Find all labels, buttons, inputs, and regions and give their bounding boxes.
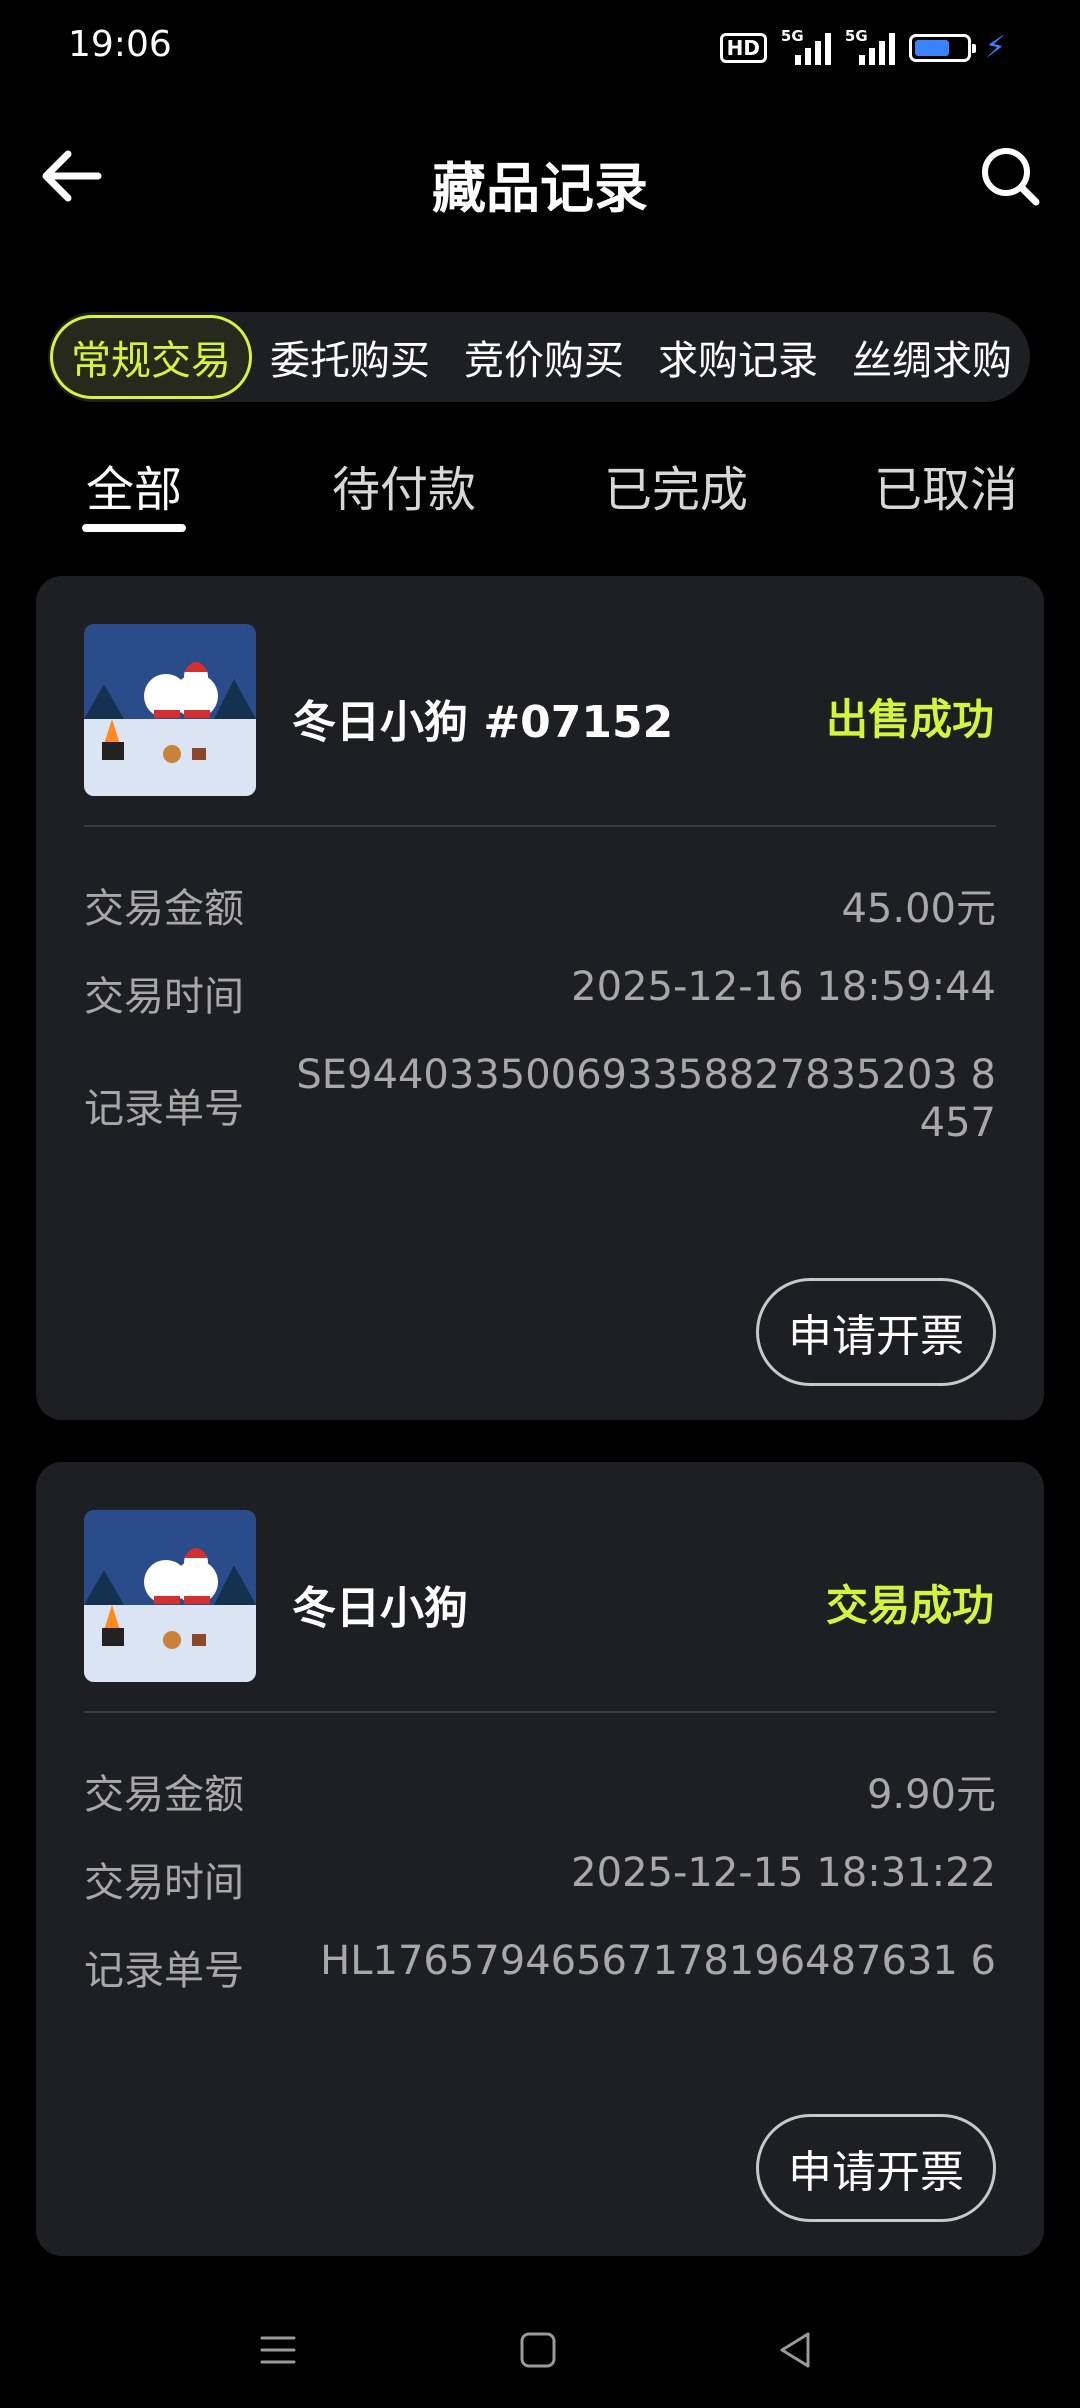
category-pill-entrust[interactable]: 委托购买 bbox=[254, 315, 446, 399]
item-name: 冬日小狗 #07152 bbox=[292, 697, 674, 748]
time-label: 交易时间 bbox=[84, 1860, 244, 1906]
nav-back-button[interactable] bbox=[756, 2320, 836, 2380]
search-button[interactable] bbox=[974, 140, 1046, 212]
search-icon bbox=[982, 148, 1040, 206]
record-id-label: 记录单号 bbox=[84, 1086, 244, 1132]
charging-icon: ⚡ bbox=[984, 30, 1006, 65]
winter-dogs-thumbnail bbox=[84, 1510, 256, 1682]
divider bbox=[84, 1711, 996, 1713]
hd-badge: HD bbox=[719, 33, 767, 63]
amount-value: 45.00元 bbox=[841, 886, 996, 932]
time-label: 交易时间 bbox=[84, 974, 244, 1020]
nav-home-button[interactable] bbox=[498, 2320, 578, 2380]
signal-5g-2-icon: 5G bbox=[845, 27, 895, 65]
category-pill-bidding[interactable]: 竞价购买 bbox=[448, 315, 640, 399]
amount-label: 交易金额 bbox=[84, 886, 244, 932]
record-id-label: 记录单号 bbox=[84, 1948, 244, 1994]
item-name: 冬日小狗 bbox=[292, 1583, 468, 1634]
tab-indicator bbox=[82, 524, 186, 532]
time-value: 2025-12-16 18:59:44 bbox=[571, 964, 996, 1010]
status-badge: 交易成功 bbox=[825, 1581, 994, 1630]
page-title: 藏品记录 bbox=[432, 157, 648, 220]
square-icon bbox=[520, 2332, 556, 2368]
category-pill-regular[interactable]: 常规交易 bbox=[50, 315, 252, 399]
status-icons: HD 5G 5G ⚡ bbox=[719, 27, 1006, 68]
record-id-line1: SE944033500693358827835203 8 bbox=[296, 1052, 996, 1098]
category-pill-silk[interactable]: 丝绸求购 bbox=[836, 315, 1028, 399]
category-pill-wanted[interactable]: 求购记录 bbox=[642, 315, 834, 399]
menu-icon bbox=[260, 2336, 296, 2364]
record-id-line1: HL17657946567178196487631 6 bbox=[320, 1938, 996, 1984]
signal-5g-icon: 5G bbox=[781, 27, 831, 65]
tab-all[interactable]: 全部 bbox=[86, 450, 182, 520]
triangle-back-icon bbox=[780, 2332, 810, 2368]
nav-menu-button[interactable] bbox=[238, 2320, 318, 2380]
time-value: 2025-12-15 18:31:22 bbox=[571, 1850, 996, 1896]
battery-icon bbox=[908, 34, 976, 62]
category-bar: 常规交易 委托购买 竞价购买 求购记录 丝绸求购 bbox=[48, 312, 1030, 402]
divider bbox=[84, 825, 996, 827]
tab-pending-payment[interactable]: 待付款 bbox=[332, 450, 476, 520]
winter-dogs-thumbnail bbox=[84, 624, 256, 796]
tab-cancelled[interactable]: 已取消 bbox=[874, 450, 1018, 520]
status-time: 19:06 bbox=[68, 24, 172, 65]
status-badge: 出售成功 bbox=[825, 695, 994, 744]
record-id-line2: 457 bbox=[919, 1100, 996, 1146]
record-card[interactable]: 冬日小狗 交易成功 交易金额 9.90元 交易时间 2025-12-15 18:… bbox=[36, 1462, 1044, 2256]
amount-label: 交易金额 bbox=[84, 1772, 244, 1818]
request-invoice-button[interactable]: 申请开票 bbox=[756, 2114, 996, 2222]
amount-value: 9.90元 bbox=[866, 1772, 996, 1818]
record-card[interactable]: 冬日小狗 #07152 出售成功 交易金额 45.00元 交易时间 2025-1… bbox=[36, 576, 1044, 1420]
request-invoice-button[interactable]: 申请开票 bbox=[756, 1278, 996, 1386]
tab-completed[interactable]: 已完成 bbox=[604, 450, 748, 520]
